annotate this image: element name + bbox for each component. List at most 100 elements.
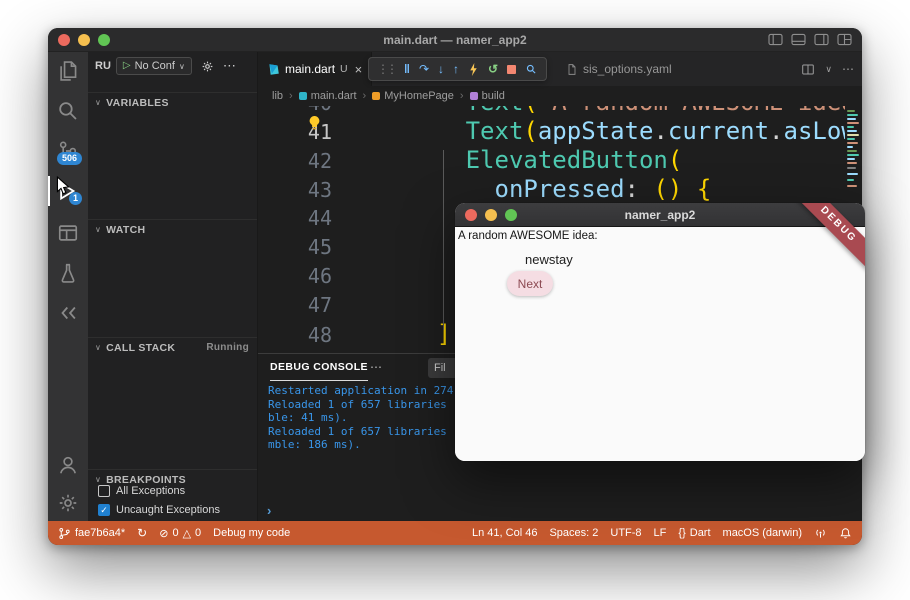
active-view-indicator bbox=[48, 176, 50, 206]
launch-config-dropdown[interactable]: ▷ No Conf ∨ bbox=[116, 57, 192, 75]
notifications-bell-icon[interactable] bbox=[839, 527, 852, 540]
panel-more-icon[interactable]: ⋯ bbox=[370, 360, 382, 374]
app-content: A random AWESOME idea: newstay Next bbox=[455, 227, 865, 461]
close-window-button[interactable] bbox=[58, 34, 70, 46]
configure-gear-icon[interactable] bbox=[201, 60, 214, 73]
zoom-window-button[interactable] bbox=[505, 209, 517, 221]
eol-item[interactable]: LF bbox=[654, 527, 667, 539]
testing-flask-icon[interactable] bbox=[57, 262, 79, 284]
breadcrumb-separator: › bbox=[363, 90, 367, 102]
traffic-lights bbox=[58, 34, 110, 46]
customize-layout-icon[interactable] bbox=[837, 33, 852, 46]
encoding-item[interactable]: UTF-8 bbox=[610, 527, 641, 539]
sidebar-title: RU bbox=[95, 60, 111, 72]
chevron-down-icon: ∨ bbox=[179, 62, 185, 71]
minimize-window-button[interactable] bbox=[485, 209, 497, 221]
word-pair-text: newstay bbox=[525, 252, 573, 267]
line-number[interactable]: 47 bbox=[258, 291, 332, 320]
close-tab-icon[interactable]: × bbox=[355, 62, 363, 77]
close-window-button[interactable] bbox=[465, 209, 477, 221]
line-number[interactable]: 46 bbox=[258, 262, 332, 291]
code-line[interactable]: 43 onPressed: () { bbox=[258, 175, 862, 204]
settings-gear-icon[interactable] bbox=[57, 492, 79, 514]
zoom-window-button[interactable] bbox=[98, 34, 110, 46]
method-symbol-icon bbox=[470, 92, 478, 100]
breakpoint-item[interactable]: ✓Uncaught Exceptions bbox=[98, 502, 253, 518]
tab-analysis-options[interactable]: sis_options.yaml bbox=[566, 52, 672, 86]
code-line[interactable]: 42 ElevatedButton( bbox=[258, 146, 862, 175]
indentation-item[interactable]: Spaces: 2 bbox=[549, 527, 598, 539]
branch-icon bbox=[58, 527, 71, 540]
breadcrumb[interactable]: lib›main.dart›MyHomePage›build bbox=[258, 86, 862, 106]
toggle-secondary-sidebar-icon[interactable] bbox=[814, 33, 829, 46]
step-into-icon[interactable]: ↓ bbox=[438, 63, 444, 75]
step-out-icon[interactable]: ↑ bbox=[453, 63, 459, 75]
lightbulb-icon[interactable] bbox=[308, 116, 321, 130]
line-number[interactable]: 44 bbox=[258, 204, 332, 233]
chevron-down-icon[interactable]: ∨ bbox=[825, 64, 832, 75]
tab-main-dart[interactable]: main.dart U × bbox=[258, 52, 372, 86]
call-stack-status: Running bbox=[206, 342, 249, 353]
next-button[interactable]: Next bbox=[507, 271, 553, 296]
console-line: Reloaded 1 of 657 libraries bbox=[268, 425, 453, 439]
debug-config-item[interactable]: Debug my code bbox=[213, 527, 290, 539]
line-number[interactable]: 48 bbox=[258, 321, 332, 350]
more-actions-icon[interactable]: ⋯ bbox=[223, 58, 236, 74]
toggle-primary-sidebar-icon[interactable] bbox=[768, 33, 783, 46]
os-item[interactable]: macOS (darwin) bbox=[723, 527, 802, 539]
minimize-window-button[interactable] bbox=[78, 34, 90, 46]
debug-sidebar: RU ▷ No Conf ∨ ⋯ ∨ VARIABLES ∨ WATCH ∨ bbox=[88, 52, 258, 521]
breadcrumb-item[interactable]: MyHomePage bbox=[372, 90, 454, 102]
breadcrumb-item[interactable]: build bbox=[470, 90, 505, 102]
app-window-title: namer_app2 bbox=[625, 208, 696, 222]
split-editor-icon[interactable] bbox=[801, 63, 815, 76]
widget-inspector-icon[interactable] bbox=[525, 63, 538, 76]
references-chevrons-icon[interactable] bbox=[57, 302, 79, 324]
ports-broadcast-icon[interactable] bbox=[814, 527, 827, 540]
code-line[interactable]: 40 Text('A random AWESOME idea:'), bbox=[258, 106, 862, 117]
stop-icon[interactable] bbox=[507, 65, 516, 74]
hot-reload-bolt-icon[interactable] bbox=[468, 63, 479, 76]
app-title-bar[interactable]: namer_app2 bbox=[455, 203, 865, 227]
call-stack-section-header[interactable]: ∨ CALL STACK Running bbox=[88, 337, 257, 357]
chevron-down-icon: ∨ bbox=[95, 98, 101, 107]
line-number[interactable]: 43 bbox=[258, 176, 332, 205]
line-number[interactable]: 42 bbox=[258, 147, 332, 176]
breadcrumb-separator: › bbox=[289, 90, 293, 102]
tab-debug-console[interactable]: DEBUG CONSOLE bbox=[270, 354, 368, 381]
dart-symbol-icon bbox=[299, 92, 307, 100]
sync-icon[interactable]: ↻ bbox=[137, 526, 147, 540]
code-line[interactable]: 41 Text(appState.current.asLowerCase), bbox=[258, 117, 862, 146]
remote-explorer-icon[interactable] bbox=[57, 222, 79, 244]
step-over-icon[interactable]: ↷ bbox=[419, 63, 429, 75]
search-icon[interactable] bbox=[57, 100, 79, 122]
git-branch-item[interactable]: fae7b6a4* bbox=[58, 527, 125, 540]
idea-label: A random AWESOME idea: bbox=[458, 230, 598, 242]
breakpoint-item[interactable]: All Exceptions bbox=[98, 483, 253, 499]
cursor-position-item[interactable]: Ln 41, Col 46 bbox=[472, 527, 537, 539]
language-item[interactable]: {} Dart bbox=[678, 527, 710, 539]
restart-icon[interactable]: ↺ bbox=[488, 63, 498, 75]
console-line: Restarted application in 274 bbox=[268, 384, 453, 398]
toggle-panel-icon[interactable] bbox=[791, 33, 806, 46]
explorer-icon[interactable] bbox=[57, 60, 79, 82]
console-prompt-icon[interactable]: › bbox=[267, 503, 271, 518]
line-number[interactable]: 45 bbox=[258, 233, 332, 262]
pause-icon[interactable]: ‖ bbox=[404, 63, 410, 75]
chevron-down-icon: ∨ bbox=[95, 225, 101, 234]
dart-file-icon bbox=[267, 63, 280, 76]
indent-guide bbox=[443, 150, 444, 330]
breadcrumb-item[interactable]: main.dart bbox=[299, 90, 357, 102]
chevron-down-icon: ∨ bbox=[95, 343, 101, 352]
more-editor-actions-icon[interactable]: ⋯ bbox=[842, 62, 854, 76]
problems-item[interactable]: ⊘ 0 △ 0 bbox=[159, 527, 201, 540]
variables-section-header[interactable]: ∨ VARIABLES bbox=[88, 92, 257, 112]
watch-section-header[interactable]: ∨ WATCH bbox=[88, 219, 257, 239]
checkbox-unchecked[interactable] bbox=[98, 485, 110, 497]
checkbox-checked[interactable]: ✓ bbox=[98, 504, 110, 516]
toolbar-grip-icon[interactable]: ⋮⋮ bbox=[377, 63, 395, 75]
account-icon[interactable] bbox=[57, 454, 79, 476]
git-status-letter: U bbox=[340, 63, 348, 75]
breadcrumb-item[interactable]: lib bbox=[272, 90, 283, 102]
start-debug-icon[interactable]: ▷ bbox=[123, 61, 131, 71]
